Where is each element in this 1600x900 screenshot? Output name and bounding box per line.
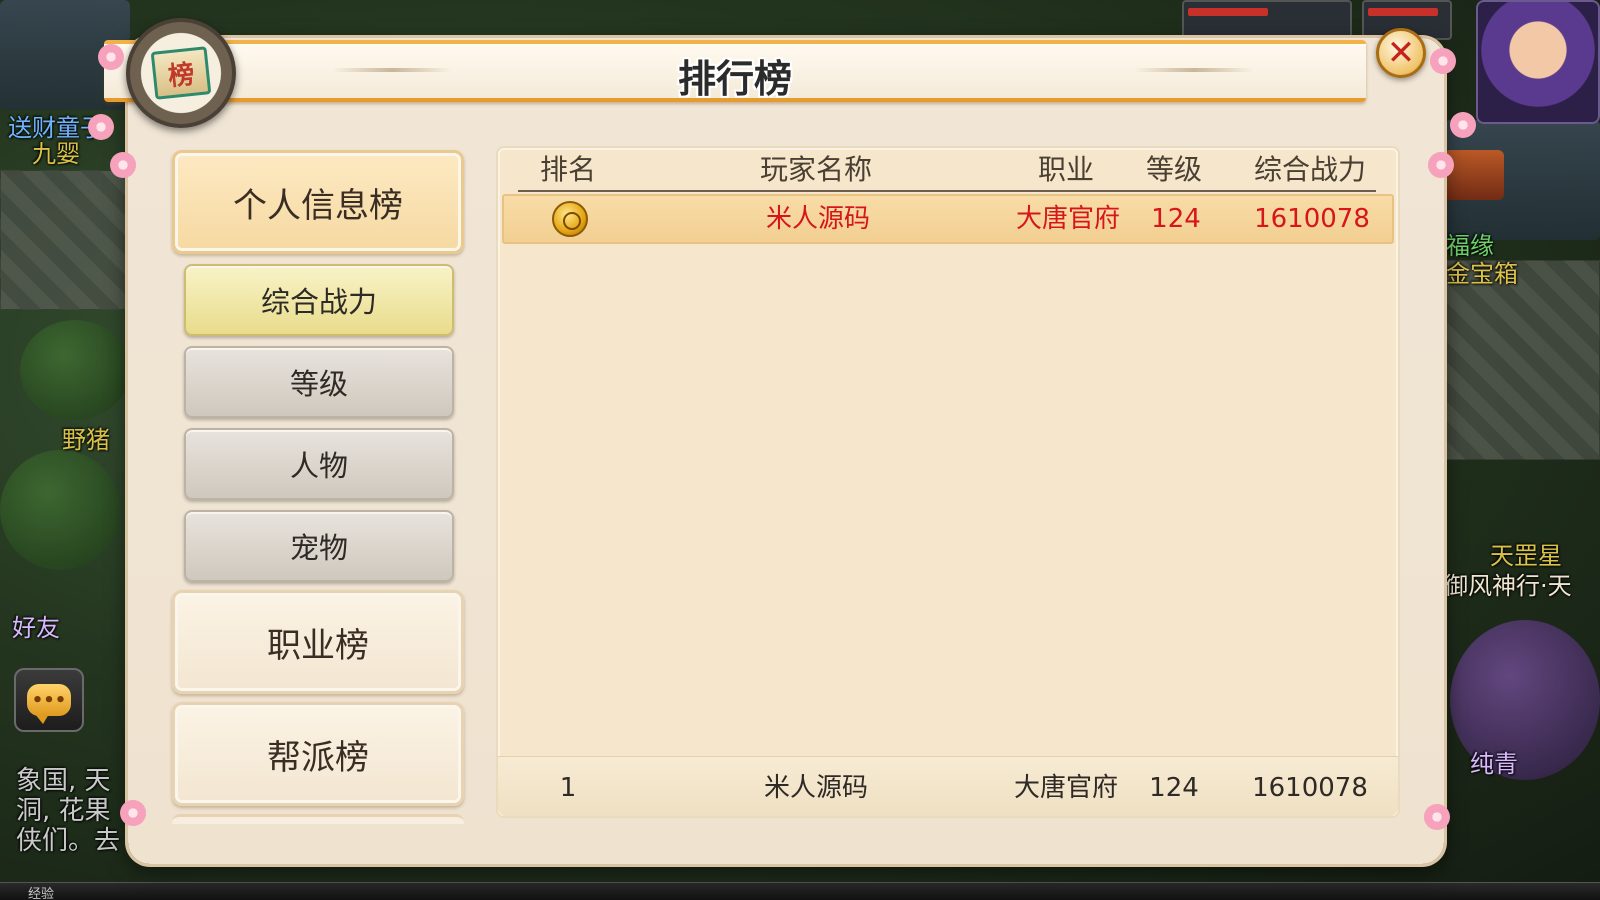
chat-message-line: 侠们。去	[16, 826, 121, 856]
category-label: 个人信息榜	[233, 185, 403, 226]
experience-bar: 经验	[0, 882, 1600, 900]
category-label: 帮派榜	[267, 737, 369, 778]
column-header-combat-power: 综合战力	[1253, 153, 1366, 186]
friend-button[interactable]: 好友	[12, 608, 60, 643]
category-personal-info[interactable]: 个人信息榜	[172, 150, 464, 254]
player-portrait-avatar[interactable]	[1476, 0, 1600, 124]
treasure-chest-icon	[1444, 150, 1504, 200]
stone-tile	[0, 170, 130, 310]
table-header: 排名 玩家名称 职业 等级 综合战力	[518, 148, 1376, 192]
chat-message-line: 洞, 花果	[16, 796, 111, 826]
column-header-rank: 排名	[539, 153, 596, 186]
blossom-decoration	[120, 800, 146, 826]
ranking-table: 排名 玩家名称 职业 等级 综合战力 米人源码 大唐官府 124 1610078…	[496, 146, 1400, 818]
rank-cell	[520, 196, 620, 242]
player-name-cell: 米人源码	[765, 204, 870, 234]
page-title: 排行榜	[677, 57, 792, 101]
menu-scroll-edge	[172, 814, 464, 824]
npc-label: 御风神行·天	[1444, 572, 1572, 600]
title-bar: 排行榜	[104, 40, 1366, 102]
category-guild[interactable]: 帮派榜	[172, 702, 464, 806]
npc-label: 金宝箱	[1446, 260, 1518, 288]
tree	[20, 320, 130, 420]
tree	[0, 450, 120, 570]
chat-bubble-icon: •••	[27, 684, 71, 724]
sub-item-label: 宠物	[289, 531, 348, 565]
category-profession[interactable]: 职业榜	[172, 590, 464, 694]
chat-button[interactable]: •••	[14, 668, 84, 732]
blossom-decoration	[1450, 112, 1476, 138]
emblem-label: 榜	[150, 46, 212, 100]
blossom-decoration	[110, 152, 136, 178]
combat-power-cell: 1610078	[1254, 204, 1370, 234]
blossom-decoration	[88, 114, 114, 140]
blossom-decoration	[1428, 152, 1454, 178]
category-label: 职业榜	[267, 625, 369, 666]
leaderboard-emblem-icon: 榜	[126, 18, 236, 128]
my-rank-cell: 1	[559, 773, 577, 803]
column-header-level: 等级	[1145, 153, 1202, 186]
sub-item-label: 等级	[289, 367, 348, 401]
sub-item-combat-power[interactable]: 综合战力	[184, 264, 454, 336]
stone-tile	[1444, 260, 1600, 460]
npc-label: 九婴	[32, 140, 80, 168]
my-ranking-row: 1 米人源码 大唐官府 124 1610078	[498, 756, 1398, 816]
xp-label: 经验	[28, 887, 55, 900]
sub-item-label: 人物	[289, 449, 348, 483]
sub-item-level[interactable]: 等级	[184, 346, 454, 418]
npc-label: 野猪	[62, 426, 110, 454]
npc-label: 纯青	[1470, 750, 1518, 778]
sub-item-character[interactable]: 人物	[184, 428, 454, 500]
my-profession-cell: 大唐官府	[1013, 773, 1118, 803]
blossom-decoration	[1430, 48, 1456, 74]
chat-message-line: 象国, 天	[16, 766, 111, 796]
close-button[interactable]: ✕	[1376, 28, 1426, 78]
column-header-profession: 职业	[1037, 153, 1094, 186]
sub-item-pet[interactable]: 宠物	[184, 510, 454, 582]
blossom-decoration	[1424, 804, 1450, 830]
my-name-cell: 米人源码	[763, 773, 868, 803]
level-cell: 124	[1151, 204, 1201, 234]
table-row[interactable]: 米人源码 大唐官府 124 1610078	[502, 194, 1394, 244]
gold-medal-icon	[552, 201, 588, 237]
blossom-decoration	[98, 44, 124, 70]
sub-item-label: 综合战力	[260, 285, 377, 319]
profession-cell: 大唐官府	[1015, 204, 1120, 234]
my-combat-power-cell: 1610078	[1252, 773, 1368, 803]
my-level-cell: 124	[1149, 773, 1199, 803]
column-header-player-name: 玩家名称	[759, 153, 872, 186]
hp-gauge	[1182, 0, 1352, 40]
close-icon: ✕	[1386, 33, 1416, 73]
